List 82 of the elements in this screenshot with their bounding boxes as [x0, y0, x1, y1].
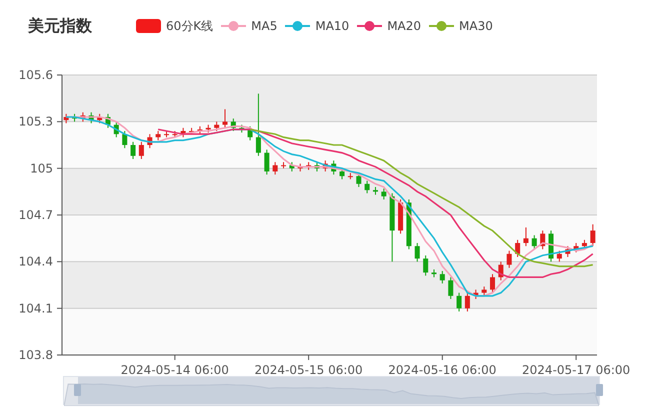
candlestick: [548, 230, 554, 262]
candlestick: [64, 113, 69, 124]
x-axis-label: 2024-05-17 06:00: [522, 363, 630, 376]
candlestick: [206, 124, 211, 134]
candlestick: [105, 113, 110, 128]
candlestick: [448, 276, 454, 300]
candlestick: [431, 268, 436, 278]
legend-item[interactable]: MA20: [357, 19, 422, 33]
candlestick: [515, 239, 520, 258]
candlestick: [574, 242, 579, 253]
candlestick: [482, 286, 487, 296]
candlestick: [180, 127, 186, 138]
candlestick: [156, 130, 161, 141]
candlestick: [364, 180, 370, 194]
candlestick: [272, 162, 278, 176]
y-axis-label: 105.3: [18, 114, 53, 129]
candlestick: [97, 113, 102, 124]
candlestick: [114, 121, 119, 138]
candlestick: [340, 168, 345, 180]
candlestick: [498, 261, 504, 281]
candlestick: [222, 108, 228, 128]
slider-handle[interactable]: [596, 384, 603, 396]
candlestick: [490, 274, 496, 294]
y-axis-label: 104.7: [18, 208, 53, 222]
candlestick: [248, 126, 253, 141]
candlestick: [423, 254, 428, 276]
candlestick: [172, 130, 178, 138]
candlestick: [239, 124, 244, 134]
candlestick: [356, 172, 362, 188]
candlestick: [390, 192, 395, 262]
x-axis-label: 2024-05-16 06:00: [388, 363, 496, 376]
legend-item[interactable]: MA10: [285, 19, 350, 33]
chart-title: 美元指数: [28, 16, 92, 36]
legend-item[interactable]: 60分K线: [136, 18, 214, 34]
candlestick: [88, 112, 94, 124]
candlestick: [556, 250, 562, 262]
legend-item[interactable]: MA30: [429, 19, 493, 33]
candlestick: [348, 172, 353, 180]
candlestick: [456, 292, 462, 312]
candlestick: [306, 162, 312, 170]
y-axis-label: 103.8: [18, 348, 53, 362]
candlestick: [289, 162, 294, 172]
candlestick: [264, 149, 270, 176]
candlestick: [372, 186, 378, 196]
x-axis-label: 2024-05-15 06:00: [254, 363, 363, 376]
candlestick: [440, 270, 445, 284]
candlestick: [230, 118, 236, 132]
x-axis-label: 2024-05-14 06:00: [120, 363, 229, 376]
candlestick: [331, 160, 336, 176]
y-axis-label: 104.1: [18, 301, 53, 316]
candlestick: [147, 134, 152, 149]
candlestick: [473, 289, 478, 300]
candlestick: [189, 127, 194, 135]
candlestick: [398, 198, 404, 234]
candlestick: [381, 188, 386, 200]
candlestick: [80, 112, 86, 122]
candlestick: [122, 130, 128, 149]
candlestick: [582, 239, 587, 250]
candlestick: [256, 93, 261, 156]
candlestick: [130, 141, 136, 160]
candlestick: [565, 246, 570, 258]
y-axis-label: 104.4: [18, 254, 53, 269]
candlestick: [281, 162, 286, 169]
candlestick: [590, 224, 596, 247]
candlestick: [464, 292, 470, 312]
candlestick: [197, 126, 202, 135]
y-axis-label: 105.6: [18, 68, 53, 82]
candlestick: [214, 121, 220, 132]
candlestick: [164, 130, 169, 138]
candlestick: [322, 160, 328, 172]
candlestick: [72, 113, 78, 122]
candlestick: [523, 226, 528, 247]
candlestick: [138, 141, 144, 160]
candlestick: [314, 162, 320, 172]
y-axis-label: 105: [30, 161, 53, 176]
candlestick: [414, 242, 420, 262]
candlestick: [406, 198, 412, 250]
candlestick: [506, 250, 512, 268]
candlestick: [532, 234, 537, 250]
legend-item[interactable]: MA5: [221, 19, 278, 33]
candlestick: [298, 163, 303, 172]
candlestick: [540, 230, 546, 250]
